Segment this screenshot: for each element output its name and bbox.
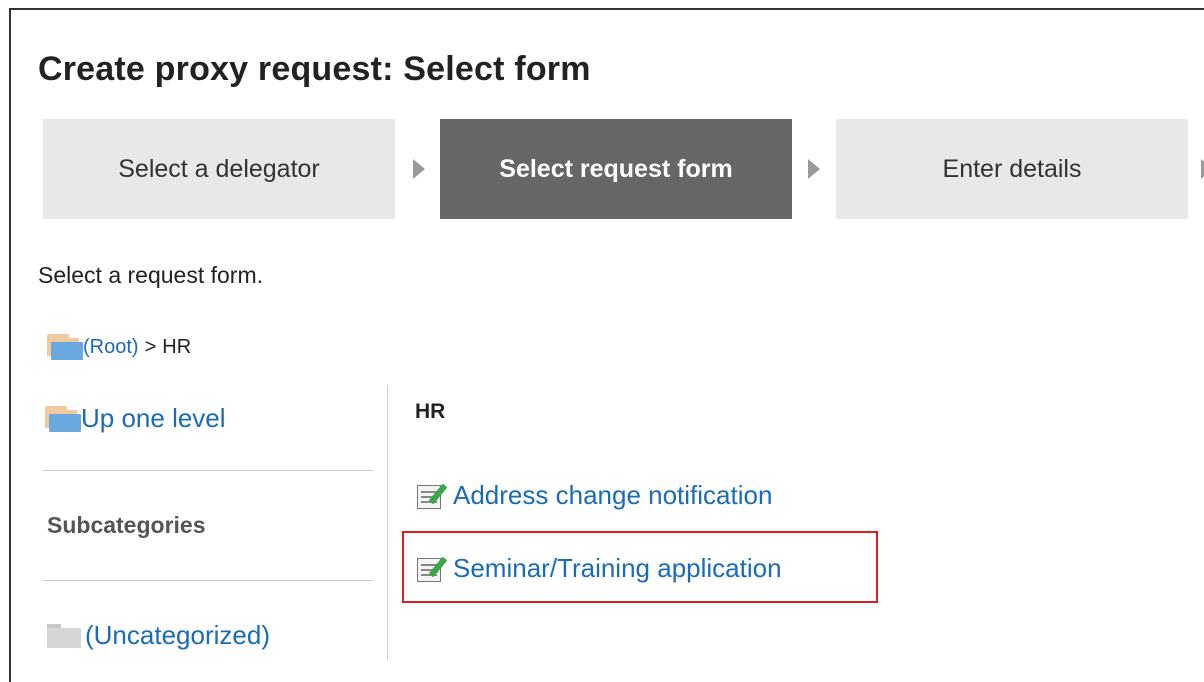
category-title: HR — [415, 400, 446, 423]
step-select-delegator: Select a delegator — [43, 119, 395, 219]
divider — [43, 580, 373, 581]
breadcrumb-root-link[interactable]: (Root) — [83, 336, 139, 359]
step-enter-details: Enter details — [836, 119, 1188, 219]
up-one-level[interactable]: Up one level — [45, 403, 226, 434]
subcategory-item[interactable]: (Uncategorized) — [47, 620, 270, 651]
triangle-right-icon — [413, 159, 425, 179]
column-divider — [387, 385, 388, 660]
up-one-level-link[interactable]: Up one level — [81, 403, 226, 434]
form-item[interactable]: Address change notification — [415, 480, 772, 511]
category-sidebar: Up one level Subcategories (Uncategorize… — [43, 385, 375, 660]
subcategory-link-uncategorized[interactable]: (Uncategorized) — [85, 620, 270, 651]
step-select-request-form: Select request form — [440, 119, 792, 219]
divider — [43, 470, 373, 471]
subcategories-title: Subcategories — [47, 512, 206, 538]
breadcrumb-current: HR — [162, 335, 192, 358]
folder-open-icon — [45, 405, 81, 432]
triangle-right-icon — [808, 159, 820, 179]
form-link-address-change[interactable]: Address change notification — [453, 480, 772, 511]
breadcrumb-separator: > — [144, 335, 157, 358]
page-title: Create proxy request: Select form — [38, 50, 591, 88]
highlight-box — [402, 531, 878, 603]
folder-gray-icon — [47, 623, 83, 648]
form-edit-icon — [415, 481, 449, 511]
breadcrumb: (Root) > HR — [47, 334, 191, 360]
folder-open-icon — [47, 334, 83, 360]
instruction-text: Select a request form. — [38, 262, 263, 288]
step-indicator: Select a delegator Select request form E… — [43, 119, 1204, 219]
